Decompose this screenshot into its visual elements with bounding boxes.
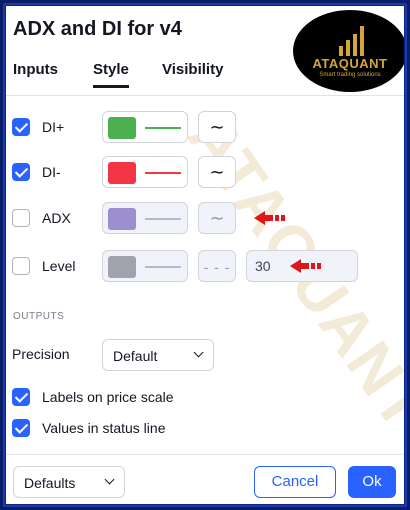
plot-row-di-plus: DI+ ∼ xyxy=(12,111,392,145)
color-swatch xyxy=(108,117,136,139)
di-plus-color-picker[interactable] xyxy=(102,111,188,143)
outputs-section-label: OUTPUTS xyxy=(13,311,65,322)
adx-checkbox[interactable] xyxy=(12,209,30,227)
chevron-down-icon xyxy=(104,474,115,485)
line-preview xyxy=(145,172,181,174)
labels-on-price-scale-row: Labels on price scale xyxy=(12,381,392,415)
labels-on-price-scale-label: Labels on price scale xyxy=(42,389,174,405)
chevron-down-icon xyxy=(193,347,204,358)
logo-brand: ATAQUANT xyxy=(312,56,388,71)
ataquant-logo: ATAQUANT Smart trading solutions xyxy=(295,12,404,90)
di-plus-line-style-button[interactable]: ∼ xyxy=(198,111,236,143)
tab-visibility[interactable]: Visibility xyxy=(162,61,223,85)
line-style-wave-icon: ∼ xyxy=(209,117,225,137)
level-line-style-button[interactable]: - - - xyxy=(198,250,236,282)
di-plus-label: DI+ xyxy=(42,119,65,135)
precision-label: Precision xyxy=(12,346,70,362)
precision-value: Default xyxy=(113,348,158,364)
values-in-status-line-checkbox[interactable] xyxy=(12,419,30,437)
adx-color-picker[interactable] xyxy=(102,202,188,234)
tab-divider xyxy=(6,95,404,96)
labels-on-price-scale-checkbox[interactable] xyxy=(12,388,30,406)
values-in-status-line-row: Values in status line xyxy=(12,412,392,446)
color-swatch xyxy=(108,256,136,278)
tab-style[interactable]: Style xyxy=(93,61,129,88)
defaults-dropdown[interactable]: Defaults xyxy=(13,466,125,498)
dashed-line-icon: - - - xyxy=(203,259,231,275)
line-style-wave-icon: ∼ xyxy=(209,162,225,182)
footer-divider xyxy=(6,454,404,455)
dialog-title: ADX and DI for v4 xyxy=(13,18,182,40)
values-in-status-line-label: Values in status line xyxy=(42,420,166,436)
defaults-label: Defaults xyxy=(24,475,76,491)
di-minus-color-picker[interactable] xyxy=(102,156,188,188)
level-checkbox[interactable] xyxy=(12,257,30,275)
di-plus-checkbox[interactable] xyxy=(12,118,30,136)
line-style-wave-icon: ∼ xyxy=(209,208,225,228)
di-minus-checkbox[interactable] xyxy=(12,163,30,181)
tab-inputs[interactable]: Inputs xyxy=(13,61,58,85)
settings-dialog: ATAQUANT ADX and DI for v4 ATAQUANT Smar… xyxy=(6,6,404,504)
line-preview xyxy=(145,218,181,220)
cancel-button[interactable]: Cancel xyxy=(254,466,336,498)
ok-button[interactable]: Ok xyxy=(348,466,396,498)
bar-chart-icon xyxy=(339,26,365,56)
logo-tagline: Smart trading solutions xyxy=(319,72,381,78)
level-label: Level xyxy=(42,258,76,274)
di-minus-line-style-button[interactable]: ∼ xyxy=(198,156,236,188)
precision-select[interactable]: Default xyxy=(102,339,214,371)
level-color-picker[interactable] xyxy=(102,250,188,282)
color-swatch xyxy=(108,162,136,184)
adx-label: ADX xyxy=(42,210,71,226)
plot-row-di-minus: DI- ∼ xyxy=(12,156,392,190)
plot-row-level: Level - - - 30 xyxy=(12,250,392,284)
color-swatch xyxy=(108,208,136,230)
adx-line-style-button[interactable]: ∼ xyxy=(198,202,236,234)
line-preview xyxy=(145,266,181,268)
di-minus-label: DI- xyxy=(42,164,61,180)
line-preview xyxy=(145,127,181,129)
plot-row-adx: ADX ∼ xyxy=(12,202,392,236)
